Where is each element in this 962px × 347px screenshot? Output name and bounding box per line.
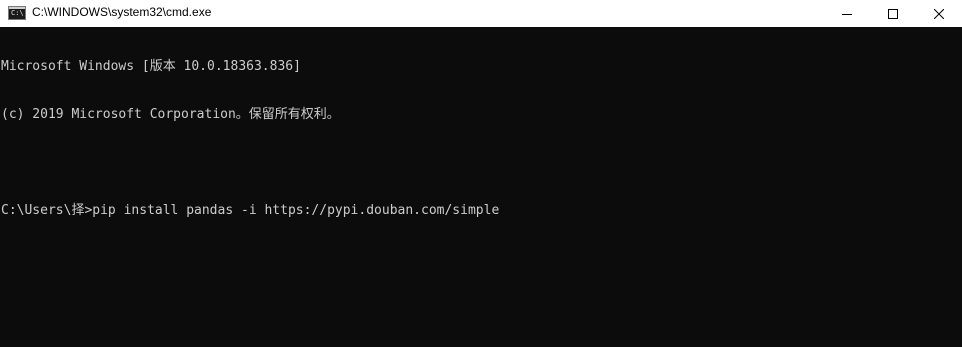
cmd-console-icon[interactable]: C:\ <box>8 6 26 20</box>
minimize-icon <box>842 13 852 15</box>
maximize-icon <box>888 8 898 19</box>
close-button[interactable] <box>916 0 962 27</box>
console-line-copyright: (c) 2019 Microsoft Corporation。保留所有权利。 <box>1 107 340 122</box>
minimize-button[interactable] <box>824 0 870 27</box>
title-bar[interactable]: C:\ C:\WINDOWS\system32\cmd.exe <box>0 0 962 27</box>
prompt-path: C:\Users\择> <box>1 203 93 218</box>
command-input[interactable]: pip install pandas -i https://pypi.douba… <box>92 203 499 219</box>
cmd-window: C:\ C:\WINDOWS\system32\cmd.exe Microsof… <box>0 0 962 347</box>
window-title: C:\WINDOWS\system32\cmd.exe <box>32 5 212 19</box>
close-icon <box>934 8 944 19</box>
command-prompt-line[interactable]: C:\Users\择> pip install pandas -i https:/… <box>0 203 962 219</box>
maximize-button[interactable] <box>870 0 916 27</box>
console-line-version: Microsoft Windows [版本 10.0.18363.836] <box>1 59 301 74</box>
console-output[interactable]: Microsoft Windows [版本 10.0.18363.836] (c… <box>0 27 962 347</box>
